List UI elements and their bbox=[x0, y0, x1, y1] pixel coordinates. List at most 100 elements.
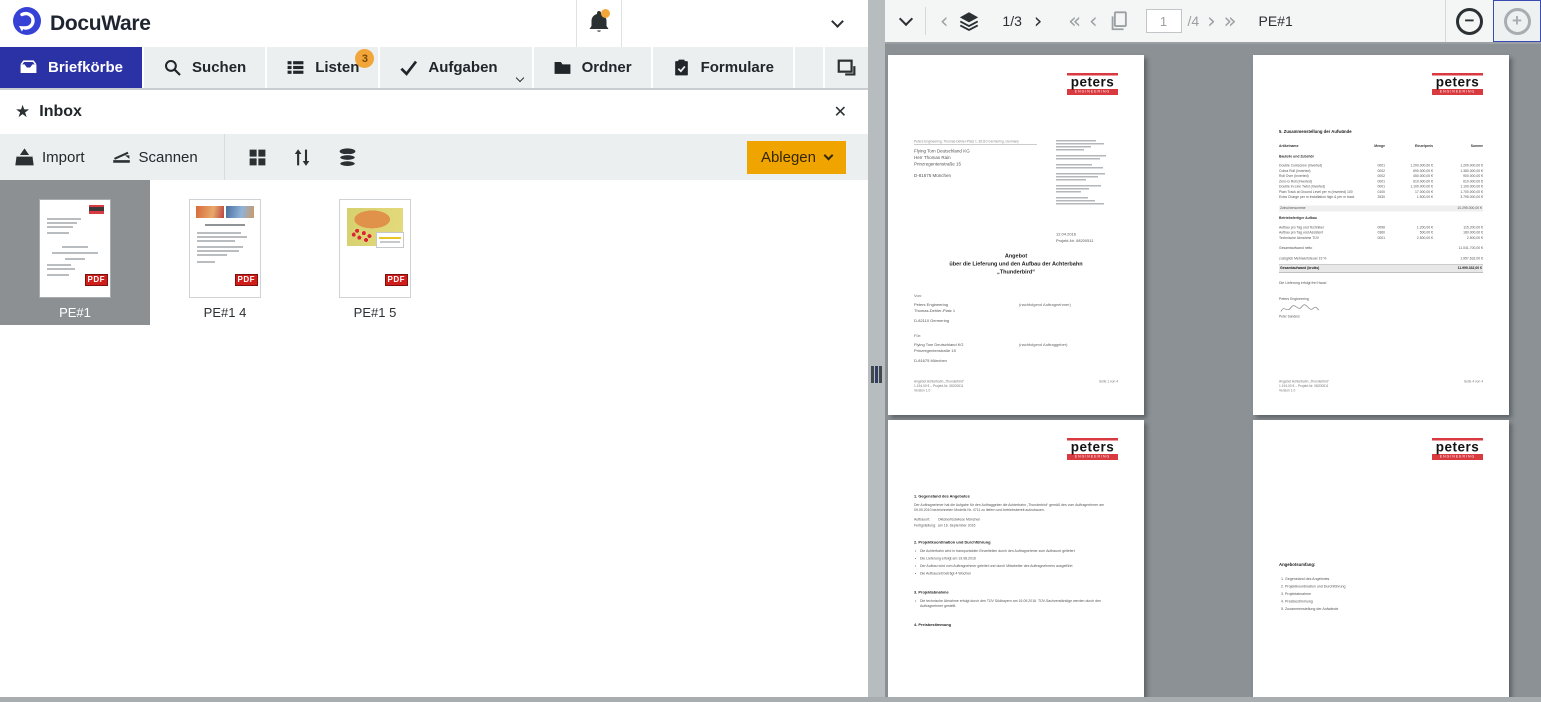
import-icon bbox=[14, 147, 35, 168]
viewer-page-area[interactable]: peters ENGINEERING Peters Engineering, T… bbox=[885, 44, 1541, 702]
tab-label: Ordner bbox=[582, 59, 632, 76]
app-header: DocuWare bbox=[0, 0, 868, 47]
account-menu[interactable] bbox=[622, 0, 868, 47]
previous-page-chevron-icon[interactable]: ‹ bbox=[1089, 11, 1097, 32]
page-footer: Angebot Achterbahn „Thunderbird“1.194,00… bbox=[914, 380, 1118, 394]
tabrow-spacer bbox=[795, 47, 825, 88]
last-page-chevrons-icon[interactable]: » bbox=[1224, 11, 1237, 32]
viewer-page-1[interactable]: peters ENGINEERING Peters Engineering, T… bbox=[888, 55, 1144, 415]
document-stack-icon bbox=[958, 10, 980, 32]
tab-label: Suchen bbox=[192, 59, 246, 76]
section-heading: 5. Zusammenstellung der Aufwände bbox=[1279, 129, 1352, 134]
document-tile-pe1[interactable]: PDF PE#1 bbox=[0, 180, 150, 325]
tab-suchen[interactable]: Suchen bbox=[144, 47, 267, 88]
cost-table: ArtikelnameMengeEinzelpreisSumme Bauteil… bbox=[1279, 144, 1483, 320]
ablegen-button[interactable]: Ablegen bbox=[747, 141, 846, 174]
clipboard-check-icon bbox=[672, 58, 691, 77]
inbox-title: Inbox bbox=[39, 103, 82, 121]
thumbnail-view-button[interactable] bbox=[247, 147, 268, 168]
notification-dot bbox=[601, 9, 610, 18]
summary-item: Zusammenstellung der Aufwände bbox=[1281, 605, 1346, 613]
first-page-chevrons-icon[interactable]: « bbox=[1068, 11, 1081, 32]
document-tile-pe1-4[interactable]: PDF PE#1 4 bbox=[150, 180, 300, 325]
close-icon[interactable]: ✕ bbox=[828, 98, 853, 126]
sender-info-block bbox=[1056, 140, 1119, 209]
tab-briefkoerbe[interactable]: Briefkörbe bbox=[0, 47, 144, 88]
panel-splitter[interactable] bbox=[868, 0, 885, 702]
toolbar-divider bbox=[224, 134, 225, 180]
viewer-page-3[interactable]: peters ENGINEERING 1. Gegenstand des Ang… bbox=[888, 420, 1144, 702]
party-fuer: Für: Flying Tom Deutschland KGPrinzregen… bbox=[914, 333, 1118, 364]
ablegen-chevron-down-icon bbox=[824, 151, 834, 161]
summary-item: Gegenstand des Angebotes bbox=[1281, 575, 1346, 583]
inbox-header: ★ Inbox ✕ bbox=[0, 90, 868, 134]
photo-header bbox=[196, 206, 254, 218]
table-row: Technische Abnahme TÜV00012.500,00 €2.50… bbox=[1279, 236, 1483, 241]
inbox-toolbar: Import Scannen Ablegen bbox=[0, 134, 868, 180]
pages-icon bbox=[1108, 10, 1130, 32]
document-thumbnail: PDF bbox=[339, 199, 411, 298]
list-icon bbox=[286, 58, 305, 77]
document-tile-pe1-5[interactable]: PDF PE#1 5 bbox=[300, 180, 450, 325]
scanner-icon bbox=[111, 147, 132, 168]
signature-scribble bbox=[1279, 302, 1321, 315]
zoom-in-focus-frame: + bbox=[1493, 0, 1541, 42]
page-total: /4 bbox=[1188, 13, 1200, 29]
database-icon bbox=[337, 147, 358, 168]
main-panel: DocuWare Briefkörbe Suchen bbox=[0, 0, 868, 702]
peters-logo-mini bbox=[89, 205, 104, 214]
brand-name: DocuWare bbox=[50, 12, 151, 36]
previous-document-chevron-icon[interactable]: ‹ bbox=[940, 11, 948, 32]
main-nav: Briefkörbe Suchen Listen 3 Aufgaben Ordn… bbox=[0, 47, 868, 90]
tab-listen[interactable]: Listen 3 bbox=[267, 47, 380, 88]
sort-button[interactable] bbox=[292, 147, 313, 168]
header-spacer bbox=[151, 0, 576, 47]
notifications-button[interactable] bbox=[576, 0, 622, 47]
gross-row: Gesamtaufwand (brutto)11.999.332,00 € bbox=[1279, 265, 1483, 273]
folder-icon bbox=[553, 58, 572, 77]
account-chevron-down-icon bbox=[831, 15, 844, 28]
import-label: Import bbox=[42, 149, 85, 166]
viewer-page-2[interactable]: peters ENGINEERING 5. Zusammenstellung d… bbox=[1253, 55, 1509, 415]
listen-count-badge: 3 bbox=[355, 49, 374, 68]
scan-button[interactable]: Scannen bbox=[111, 147, 198, 168]
document-viewer: ‹ 1/3 › « ‹ /4 › » PE#1 − + bbox=[885, 0, 1541, 702]
next-document-chevron-icon[interactable]: › bbox=[1034, 11, 1042, 32]
document-label: PE#1 4 bbox=[204, 305, 247, 320]
offer-title: Angebot über die Lieferung und den Aufba… bbox=[888, 252, 1144, 276]
table-row: Extra Charge per m Installation high & p… bbox=[1279, 195, 1483, 200]
peters-logo: peters ENGINEERING bbox=[1432, 438, 1483, 460]
viewer-menu-chevron-down-icon[interactable] bbox=[899, 11, 913, 25]
tab-formulare[interactable]: Formulare bbox=[653, 47, 795, 88]
zoom-out-button[interactable]: − bbox=[1456, 8, 1483, 35]
tab-label: Briefkörbe bbox=[48, 59, 123, 76]
zoom-out-wrap: − bbox=[1445, 0, 1493, 42]
scan-label: Scannen bbox=[139, 149, 198, 166]
ablegen-label: Ablegen bbox=[761, 149, 816, 166]
summary-list: Gegenstand des AngebotesProjektkoordinat… bbox=[1281, 575, 1346, 613]
page-number: Seite 4 von 4 bbox=[1464, 380, 1483, 394]
tab-aufgaben[interactable]: Aufgaben bbox=[380, 47, 533, 88]
tab-label: Formulare bbox=[701, 59, 774, 76]
window-icon bbox=[836, 57, 858, 79]
page-number-input[interactable] bbox=[1146, 9, 1182, 33]
import-button[interactable]: Import bbox=[14, 147, 85, 168]
docuware-logo-icon bbox=[12, 6, 42, 41]
store-target-button[interactable] bbox=[337, 147, 358, 168]
viewer-page-4[interactable]: peters ENGINEERING Angebotsumfang: Gegen… bbox=[1253, 420, 1509, 702]
splitter-grip-icon[interactable] bbox=[871, 366, 882, 383]
next-page-chevron-icon[interactable]: › bbox=[1207, 11, 1215, 32]
docuware-app: DocuWare Briefkörbe Suchen bbox=[0, 0, 1541, 702]
vat-row: zuzüglich Mehrwertsteuer 19 %1.957.632,0… bbox=[1279, 256, 1483, 261]
open-viewer-window-button[interactable] bbox=[825, 47, 868, 88]
viewer-toolbar: ‹ 1/3 › « ‹ /4 › » PE#1 − + bbox=[885, 0, 1541, 44]
favorite-star-icon[interactable]: ★ bbox=[15, 102, 30, 122]
bottom-edge bbox=[0, 697, 1541, 702]
aufgaben-dropdown-chevron-icon[interactable] bbox=[515, 74, 523, 82]
tab-ordner[interactable]: Ordner bbox=[534, 47, 653, 88]
document-thumbnail: PDF bbox=[39, 199, 111, 298]
recipient-address: Flying Tom Deutschland KGHerr Thomas Rai… bbox=[914, 148, 970, 179]
signer-name: Peter Sanders bbox=[1279, 315, 1483, 320]
toolbar-divider bbox=[925, 7, 926, 35]
zoom-in-button[interactable]: + bbox=[1504, 8, 1531, 35]
